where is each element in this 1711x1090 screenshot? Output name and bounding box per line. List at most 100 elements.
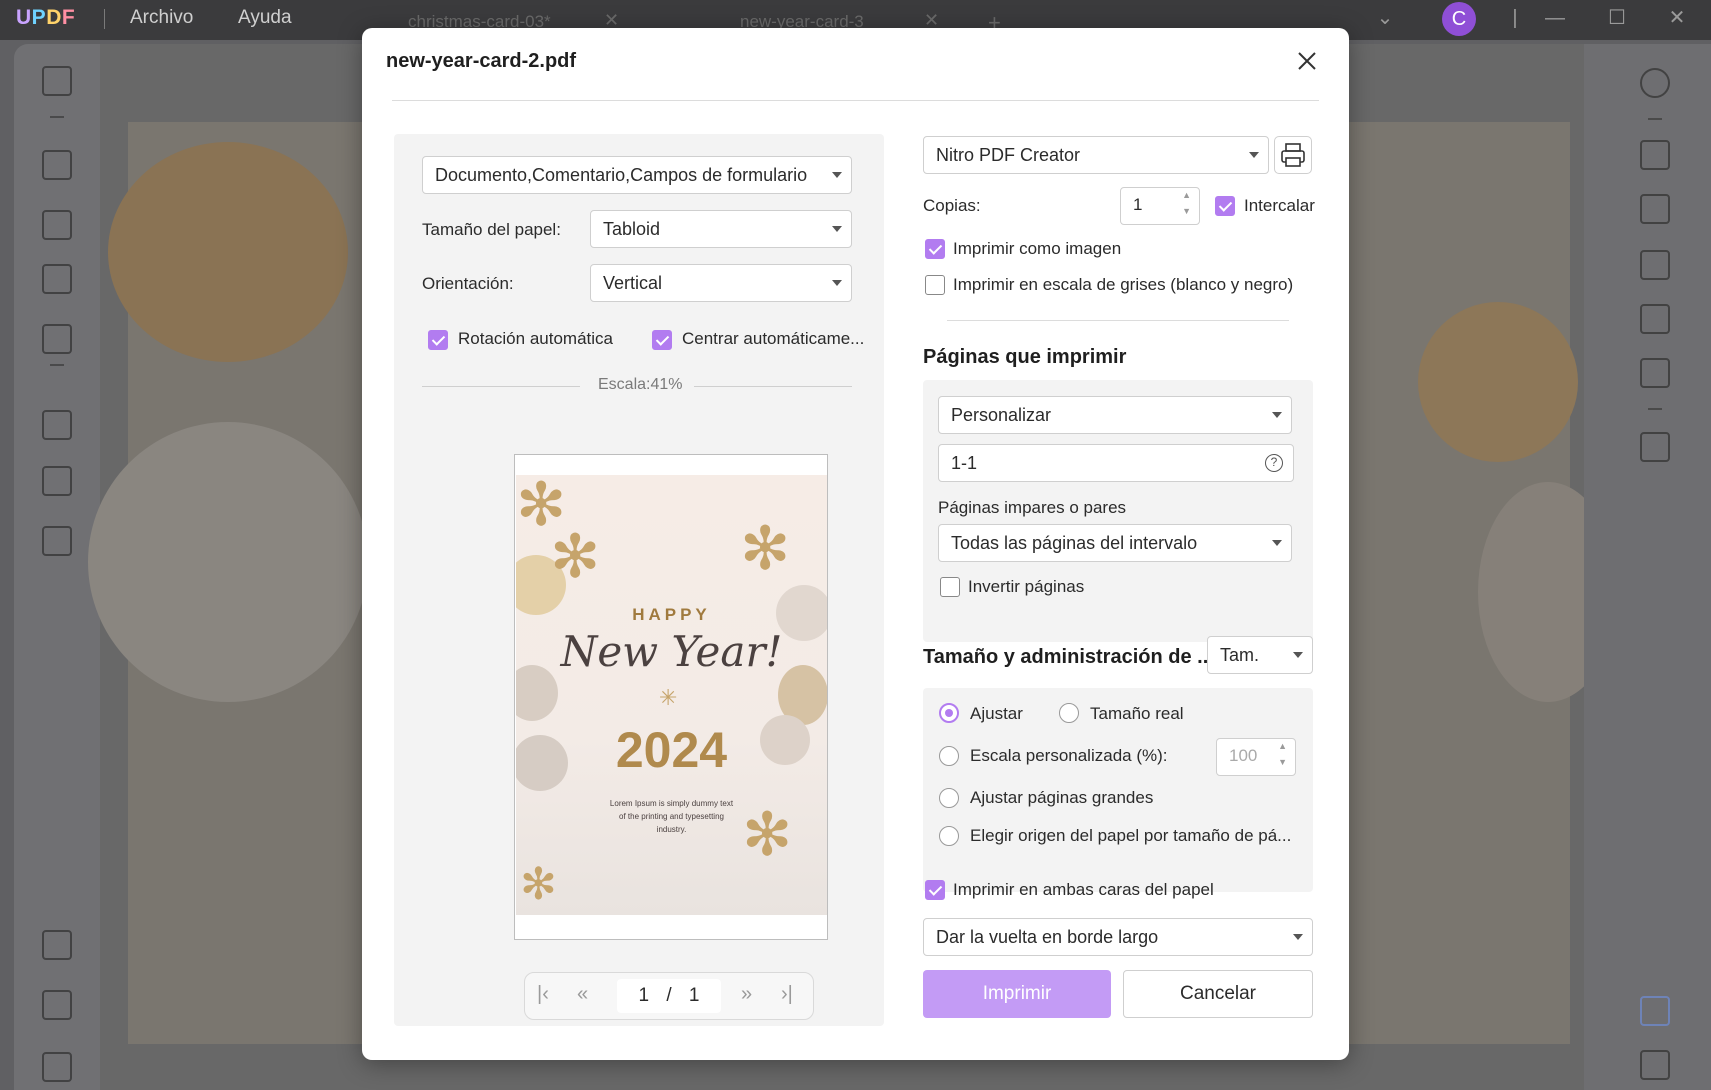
current-page: 1 — [638, 985, 650, 1006]
collate-checkbox[interactable] — [1215, 196, 1235, 216]
auto-center-checkbox[interactable] — [652, 330, 672, 350]
form-icon[interactable] — [42, 324, 72, 354]
reverse-pages-checkbox[interactable] — [940, 577, 960, 597]
custom-scale-label: Escala personalizada (%): — [970, 746, 1168, 765]
page-number-box[interactable]: 1 / 1 — [617, 979, 721, 1013]
printer-select[interactable]: Nitro PDF Creator — [923, 136, 1269, 174]
size-heading: Tamaño y administración de .. — [923, 646, 1209, 668]
convert-icon[interactable] — [1640, 194, 1670, 224]
size-mode-value: Tam. — [1220, 645, 1260, 665]
actual-size-radio[interactable] — [1059, 703, 1079, 723]
duplex-checkbox[interactable] — [925, 880, 945, 900]
paper-size-label: Tamaño del papel: — [422, 220, 561, 239]
search-icon[interactable] — [1640, 68, 1670, 98]
page-preview: ✻ ✻ ✻ ✻ ✻ HAPPY New Year! ✳ 2024 Lorem I… — [514, 454, 828, 940]
organize-icon[interactable] — [42, 264, 72, 294]
stepper-down-icon[interactable]: ▼ — [1182, 194, 1191, 228]
orientation-label: Orientación: — [422, 274, 514, 293]
printer-icon — [1281, 143, 1305, 167]
size-mode-select[interactable]: Tam. — [1207, 636, 1313, 674]
custom-scale-value: 100 — [1229, 746, 1258, 765]
section-divider — [947, 320, 1289, 321]
maximize-icon[interactable]: ☐ — [1602, 2, 1632, 34]
custom-scale-stepper[interactable]: 100 ▲ ▼ — [1216, 738, 1296, 776]
crop-icon[interactable] — [42, 466, 72, 496]
copies-stepper[interactable]: 1 ▲ ▼ — [1120, 187, 1200, 225]
card-happy-text: HAPPY — [632, 605, 711, 624]
chevron-down-icon — [1293, 652, 1303, 658]
menu-ayuda[interactable]: Ayuda — [238, 7, 292, 29]
minimize-icon[interactable]: — — [1540, 2, 1570, 34]
save-icon[interactable] — [1640, 432, 1670, 462]
ocr-icon[interactable] — [1640, 140, 1670, 170]
paper-size-select[interactable]: Tabloid — [590, 210, 852, 248]
snowflake-icon: ✻ — [520, 860, 557, 909]
paper-source-radio[interactable] — [939, 826, 959, 846]
toolbar-divider — [1648, 118, 1662, 120]
copies-label: Copias: — [923, 196, 981, 215]
paper-source-label: Elegir origen del papel por tamaño de pá… — [970, 826, 1292, 845]
next-page-icon[interactable]: » — [741, 983, 752, 1006]
layers-icon[interactable] — [42, 930, 72, 960]
scale-divider — [422, 386, 580, 387]
duplex-mode-select[interactable]: Dar la vuelta en borde largo — [923, 918, 1313, 956]
custom-scale-radio[interactable] — [939, 746, 959, 766]
collate-label: Intercalar — [1244, 196, 1315, 215]
chevron-down-icon — [832, 172, 842, 178]
toolbar-divider — [50, 116, 64, 118]
attachment-icon[interactable] — [42, 1052, 72, 1082]
pages-icon[interactable] — [42, 410, 72, 440]
avatar[interactable]: C — [1442, 2, 1476, 36]
edit-pdf-icon[interactable] — [42, 210, 72, 240]
print-button[interactable]: Imprimir — [923, 970, 1111, 1018]
protect-icon[interactable] — [1640, 250, 1670, 280]
copies-value: 1 — [1133, 195, 1143, 214]
preview-panel: Documento,Comentario,Campos de formulari… — [394, 134, 884, 1026]
grayscale-label: Imprimir en escala de grises (blanco y n… — [953, 275, 1294, 294]
cancel-button[interactable]: Cancelar — [1123, 970, 1313, 1018]
chat-icon[interactable] — [1640, 1050, 1670, 1080]
orientation-value: Vertical — [603, 273, 663, 293]
close-icon[interactable] — [1292, 46, 1322, 76]
fit-radio[interactable] — [939, 703, 959, 723]
menu-archivo[interactable]: Archivo — [130, 7, 193, 29]
email-icon[interactable] — [1640, 358, 1670, 388]
pages-mode-select[interactable]: Personalizar — [938, 396, 1292, 434]
last-page-icon[interactable]: ›| — [781, 983, 793, 1006]
auto-rotate-checkbox[interactable] — [428, 330, 448, 350]
page-range-input[interactable]: 1-1 ? — [938, 444, 1294, 482]
scale-text: Escala:41% — [598, 376, 683, 393]
stepper-down-icon[interactable]: ▼ — [1278, 745, 1287, 779]
content-select[interactable]: Documento,Comentario,Campos de formulari… — [422, 156, 852, 194]
previous-page-icon[interactable]: « — [577, 983, 588, 1006]
ornament-decoration — [88, 422, 368, 702]
print-as-image-checkbox[interactable] — [925, 239, 945, 259]
grayscale-checkbox[interactable] — [925, 275, 945, 295]
odd-even-select[interactable]: Todas las páginas del intervalo — [938, 524, 1292, 562]
page-separator: / — [666, 985, 672, 1006]
ornament-decoration — [108, 142, 348, 362]
bookmark-icon[interactable] — [42, 990, 72, 1020]
orientation-select[interactable]: Vertical — [590, 264, 852, 302]
chevron-down-icon[interactable]: ⌄ — [1370, 2, 1400, 34]
first-page-icon[interactable]: |‹ — [537, 983, 549, 1006]
odd-even-label: Páginas impares o pares — [938, 498, 1127, 517]
title-divider — [392, 100, 1319, 101]
printer-properties-button[interactable] — [1274, 136, 1312, 174]
scale-divider — [694, 386, 852, 387]
card-new-year-text: New Year! — [560, 627, 783, 676]
paper-size-value: Tabloid — [603, 219, 661, 239]
odd-even-value: Todas las páginas del intervalo — [951, 533, 1198, 553]
close-window-icon[interactable]: ✕ — [1662, 2, 1692, 34]
help-icon[interactable]: ? — [1265, 454, 1283, 472]
reader-icon[interactable] — [42, 66, 72, 96]
share-icon[interactable] — [1640, 304, 1670, 334]
comment-icon[interactable] — [42, 150, 72, 180]
page-navigator: |‹ « 1 / 1 » ›| — [524, 972, 814, 1020]
updf-logo: UPDF — [16, 6, 76, 29]
card-preview-image: ✻ ✻ ✻ ✻ ✻ HAPPY New Year! ✳ 2024 Lorem I… — [516, 475, 827, 915]
compare-icon[interactable] — [42, 526, 72, 556]
divider-icon: | — [1512, 7, 1518, 29]
shrink-large-radio[interactable] — [939, 788, 959, 808]
ai-assistant-icon[interactable] — [1640, 996, 1670, 1026]
